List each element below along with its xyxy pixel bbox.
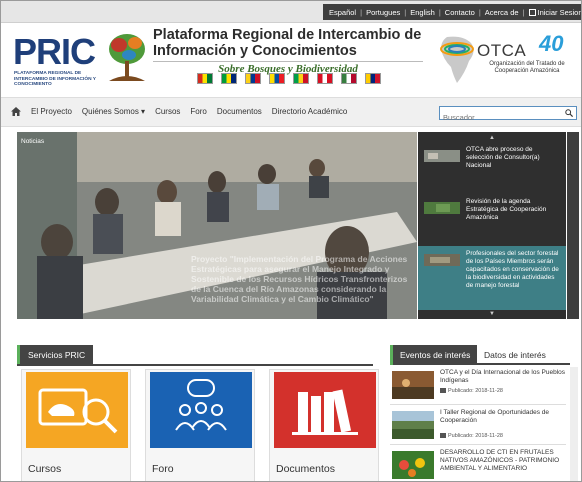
calendar-icon [440, 388, 446, 393]
tab-datos-de-interes[interactable]: Datos de interés [484, 350, 546, 360]
event-title: I Taller Regional de Oportunidades de Co… [440, 409, 550, 424]
event-title: DESARROLLO DE CTI EN FRUTALES NATIVOS AM… [440, 449, 560, 472]
country-flag-icon [293, 73, 309, 84]
main-navbar: El Proyecto Quiénes Somos ▾ Cursos Foro … [1, 97, 581, 127]
tree-icon [109, 34, 145, 81]
search-box [439, 106, 577, 124]
site-title-block: Plataforma Regional de Intercambio de In… [153, 27, 428, 75]
event-title: OTCA y el Día Internacional de los Puebl… [440, 369, 566, 384]
event-thumbnail [392, 371, 434, 399]
acerca-de-link[interactable]: Acerca de [485, 8, 519, 17]
country-flag-icon [317, 73, 333, 84]
event-date-text: Publicado: 2018-11-28 [448, 388, 503, 394]
top-bar: Español | Portugues | English | Contacto… [1, 1, 581, 23]
separator: | [438, 7, 441, 17]
contacto-link[interactable]: Contacto [445, 8, 475, 17]
event-date: Publicado: 2018-11-28 [440, 432, 503, 439]
pric-logo[interactable]: PRIC PLATAFORMA REGIONAL DE INTERCAMBIO … [13, 29, 148, 89]
tab-eventos-de-interes[interactable]: Eventos de interés [390, 345, 478, 365]
event-item[interactable]: I Taller Regional de Oportunidades de Co… [390, 407, 566, 445]
service-card-documentos[interactable]: Documentos [269, 369, 379, 481]
service-card-label: Documentos [276, 463, 335, 475]
country-flag-icon [197, 73, 213, 84]
news-item[interactable]: Revisión de la agenda Estratégica de Coo… [418, 194, 566, 234]
nav-directorio-academico[interactable]: Directorio Académico [272, 107, 348, 116]
otca-logo-text: OTCA [477, 41, 527, 60]
otca-logo[interactable]: OTCA 40 Organización del Tratado de Coop… [437, 29, 575, 89]
forum-people-icon [150, 372, 252, 448]
services-divider [17, 364, 373, 366]
country-flag-icon [365, 73, 381, 84]
login-link[interactable]: Iniciar Sesion [528, 7, 582, 17]
course-frog-icon [26, 372, 128, 448]
documents-books-icon [274, 372, 376, 448]
nav-quienes-somos[interactable]: Quiénes Somos ▾ [82, 107, 145, 116]
nav-foro[interactable]: Foro [190, 107, 206, 116]
news-item-text: Profesionales del sector forestal de los… [466, 250, 559, 289]
news-item-active[interactable]: Profesionales del sector forestal de los… [418, 246, 566, 310]
home-icon[interactable] [11, 107, 21, 116]
news-item[interactable]: OTCA abre proceso de selección de Consul… [418, 142, 566, 182]
event-item[interactable]: DESARROLLO DE CTI EN FRUTALES NATIVOS AM… [390, 447, 566, 481]
news-thumbnail [424, 150, 460, 162]
top-links: Español | Portugues | English | Contacto… [323, 4, 582, 20]
event-date-text: Publicado: 2018-11-28 [448, 433, 503, 439]
login-label: Iniciar Sesion [537, 7, 582, 17]
event-thumbnail [392, 411, 434, 439]
service-card-label: Cursos [28, 463, 62, 475]
calendar-icon [440, 433, 446, 438]
news-thumbnail [424, 202, 460, 214]
pric-logo-text: PRIC [13, 31, 96, 72]
nav-documentos[interactable]: Documentos [217, 107, 262, 116]
event-thumbnail [392, 451, 434, 479]
news-item-text: OTCA abre proceso de selección de Consul… [466, 146, 540, 169]
separator: | [478, 7, 481, 17]
member-flags [197, 73, 381, 84]
news-section-label: Noticias [21, 138, 45, 145]
site-title-line2: Información y Conocimientos [153, 43, 357, 59]
event-date: Publicado: 2018-11-28 [440, 387, 503, 394]
search-input[interactable] [440, 111, 560, 124]
separator: | [360, 7, 363, 17]
login-icon [528, 8, 536, 16]
lang-espanol-link[interactable]: Español [329, 8, 356, 17]
otca-logo-subtitle: Organización del Tratado de Cooperación … [489, 61, 565, 74]
slider-side-strip [567, 132, 579, 319]
hero-caption: Proyecto "Implementación del Programa de… [191, 254, 408, 304]
service-card-cursos[interactable]: Cursos [21, 369, 131, 481]
pric-logo-subtitle: PLATAFORMA REGIONAL DE INTERCAMBIO DE IN… [14, 71, 96, 87]
news-scroll-down-icon[interactable]: ▼ [418, 310, 566, 318]
south-america-map-icon [440, 36, 474, 83]
events-tabs: Eventos de interés Datos de interés [390, 345, 570, 365]
lang-english-link[interactable]: English [410, 8, 435, 17]
service-card-label: Foro [152, 463, 174, 475]
country-flag-icon [341, 73, 357, 84]
country-flag-icon [245, 73, 261, 84]
news-thumbnail [424, 254, 460, 266]
search-icon[interactable] [565, 109, 573, 117]
news-item-text: Revisión de la agenda Estratégica de Coo… [466, 198, 547, 221]
events-list: OTCA y el Día Internacional de los Puebl… [390, 367, 570, 481]
lang-portugues-link[interactable]: Portugues [366, 8, 400, 17]
page-frame: Español | Portugues | English | Contacto… [0, 0, 582, 482]
country-flag-icon [221, 73, 237, 84]
news-slider[interactable]: Noticias Proyecto "Implementación del Pr… [17, 132, 417, 319]
separator: | [522, 7, 525, 17]
site-header: PRIC PLATAFORMA REGIONAL DE INTERCAMBIO … [1, 23, 581, 95]
news-list: ▲ OTCA abre proceso de selección de Cons… [418, 132, 566, 319]
news-scroll-up-icon[interactable]: ▲ [418, 134, 566, 142]
services-tab: Servicios PRIC [17, 345, 94, 365]
country-flag-icon [269, 73, 285, 84]
otca-anniversary-number: 40 [539, 31, 564, 56]
nav-el-proyecto[interactable]: El Proyecto [31, 107, 72, 116]
site-title-line1: Plataforma Regional de Intercambio de [153, 27, 422, 43]
separator: | [404, 7, 407, 17]
event-item[interactable]: OTCA y el Día Internacional de los Puebl… [390, 367, 566, 405]
service-card-foro[interactable]: Foro [145, 369, 255, 481]
events-scrollbar[interactable] [570, 367, 578, 481]
nav-cursos[interactable]: Cursos [155, 107, 180, 116]
